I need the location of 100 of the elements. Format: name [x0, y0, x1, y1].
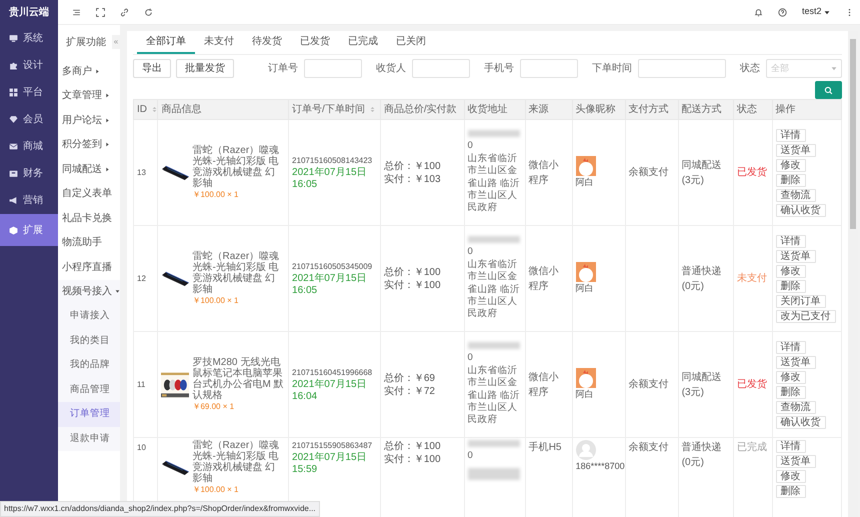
sub-menu-item[interactable]: 小程序直播 — [58, 255, 120, 280]
action-button[interactable]: 删除 — [776, 386, 806, 398]
tab[interactable]: 已关闭 — [387, 31, 435, 54]
caret-right-icon — [105, 118, 110, 123]
action-button[interactable]: 确认收货 — [776, 204, 826, 216]
tab[interactable]: 未支付 — [195, 31, 243, 54]
scrollbar-thumb[interactable] — [850, 39, 856, 229]
product-price: ￥69.00 × 1 — [192, 400, 236, 412]
order-time: 2021年07月15日 15:59 — [292, 452, 368, 475]
table-cell: 同城配送(3元) — [682, 160, 722, 186]
sub-menu-title: 扩展功能 — [66, 36, 106, 50]
menu-item[interactable]: 扩展 — [0, 214, 58, 246]
user-menu[interactable]: test2 — [802, 5, 830, 19]
column-header: 商品信息 — [158, 100, 289, 120]
action-button[interactable]: 删除 — [776, 174, 806, 186]
bell-icon[interactable] — [754, 8, 763, 16]
sub-menu-item[interactable]: 多商户 — [58, 59, 120, 84]
caret-icon — [831, 66, 837, 71]
menu-item[interactable]: 系统 — [0, 25, 58, 52]
input-field[interactable] — [638, 59, 726, 78]
menu-item[interactable]: 设计 — [0, 52, 58, 79]
action-button[interactable]: 详情 — [776, 234, 806, 248]
menu-item[interactable]: 营销 — [0, 187, 58, 214]
table-cell: 微信小程序 — [528, 266, 559, 292]
menu-item[interactable]: 平台 — [0, 79, 58, 106]
action-button[interactable]: 送货单 — [776, 144, 816, 156]
action-button[interactable]: 详情 — [776, 340, 806, 354]
gem-icon — [9, 115, 18, 124]
search-icon — [824, 86, 833, 94]
sort-icon — [370, 106, 375, 113]
sub-menu-item[interactable]: 申请接入 — [58, 304, 120, 328]
action-button[interactable]: 详情 — [776, 128, 806, 142]
filter-button[interactable]: 批量发货 — [176, 59, 234, 78]
action-button[interactable]: 送货单 — [776, 455, 816, 468]
sub-menu-item[interactable]: 物流助手 — [58, 230, 120, 255]
column-header[interactable]: 订单号/下单时间 — [288, 100, 380, 120]
column-header[interactable]: ID — [134, 100, 158, 120]
search-button[interactable] — [815, 81, 842, 99]
action-button[interactable]: 送货单 — [776, 356, 816, 368]
action-button[interactable]: 送货单 — [776, 250, 816, 262]
sub-menu-item[interactable]: 文章管理 — [58, 84, 120, 108]
action-button[interactable]: 详情 — [776, 440, 806, 453]
action-button[interactable]: 修改 — [776, 158, 806, 172]
total-price: 总价：￥100 — [384, 266, 442, 278]
sub-menu-item[interactable]: 我的类目 — [58, 328, 120, 353]
sub-menu-item[interactable]: 商品管理 — [58, 378, 120, 402]
sub-menu-item[interactable]: 自定义表单 — [58, 182, 120, 206]
menu-item[interactable]: 会员 — [0, 106, 58, 133]
action-button[interactable]: 删除 — [776, 485, 806, 498]
sub-menu-item[interactable]: 视频号接入 — [58, 280, 120, 304]
tab[interactable]: 已完成 — [339, 31, 387, 54]
fullscreen-icon[interactable] — [96, 8, 105, 16]
sub-menu-item[interactable]: 我的品牌 — [58, 353, 120, 378]
sub-menu-item[interactable]: 订单管理 — [58, 402, 120, 426]
action-button[interactable]: 删除 — [776, 280, 806, 292]
help-icon[interactable] — [778, 8, 787, 16]
input-field[interactable] — [520, 59, 578, 78]
action-button[interactable]: 改为已支付 — [776, 310, 836, 322]
avatar-icon — [576, 156, 596, 176]
sub-menu-item[interactable]: 同城配送 — [58, 157, 120, 182]
tab[interactable]: 全部订单 — [137, 31, 195, 54]
status-text: 已发货 — [736, 379, 767, 390]
menu-item[interactable]: 财务 — [0, 160, 58, 187]
action-button[interactable]: 查物流 — [776, 400, 816, 414]
address-line: 0 — [468, 450, 474, 462]
action-button[interactable]: 修改 — [776, 370, 806, 384]
action-button[interactable]: 关闭订单 — [776, 294, 826, 308]
menu-icon[interactable] — [72, 8, 81, 16]
wallet-icon — [9, 169, 18, 178]
column-header: 商品总价/实付款 — [380, 100, 464, 120]
link-icon[interactable] — [120, 8, 129, 16]
action-button[interactable]: 修改 — [776, 470, 806, 483]
avatar-icon — [576, 440, 596, 460]
total-price: 总价：￥69 — [384, 372, 436, 384]
status-text: 已发货 — [736, 167, 767, 178]
filter-button[interactable]: 导出 — [133, 59, 171, 78]
sub-menu-item[interactable]: 用户论坛 — [58, 108, 120, 132]
input-field[interactable] — [412, 59, 470, 78]
sub-menu-item[interactable]: 积分签到 — [58, 132, 120, 157]
refresh-icon[interactable] — [144, 8, 153, 16]
address-line: 0 — [468, 246, 474, 259]
field-label: 状态 — [740, 62, 760, 76]
tab[interactable]: 已发货 — [291, 31, 339, 54]
menu-item[interactable]: 商城 — [0, 133, 58, 160]
table-cell: 手机H5 — [528, 442, 562, 453]
tab[interactable]: 待发货 — [243, 31, 291, 54]
puzzle-icon — [9, 61, 18, 70]
blurred-text — [468, 440, 520, 447]
product-price: ￥100.00 × 1 — [192, 188, 240, 200]
status-url: https://w7.wxx1.cn/addons/dianda_shop2/index.php?s=/ShopOrder/index&fromwxvide... — [0, 501, 320, 517]
paid-amount: 实付：￥103 — [384, 172, 442, 186]
column-header: 配送方式 — [678, 100, 734, 120]
sub-menu-item[interactable]: 退款申请 — [58, 426, 120, 451]
blurred-text — [468, 468, 520, 480]
sub-menu-item[interactable]: 礼品卡兑换 — [58, 206, 120, 230]
action-button[interactable]: 查物流 — [776, 188, 816, 202]
input-field[interactable] — [304, 59, 362, 78]
column-header: 收货地址 — [464, 100, 526, 120]
action-button[interactable]: 修改 — [776, 264, 806, 278]
action-button[interactable]: 确认收货 — [776, 416, 826, 428]
